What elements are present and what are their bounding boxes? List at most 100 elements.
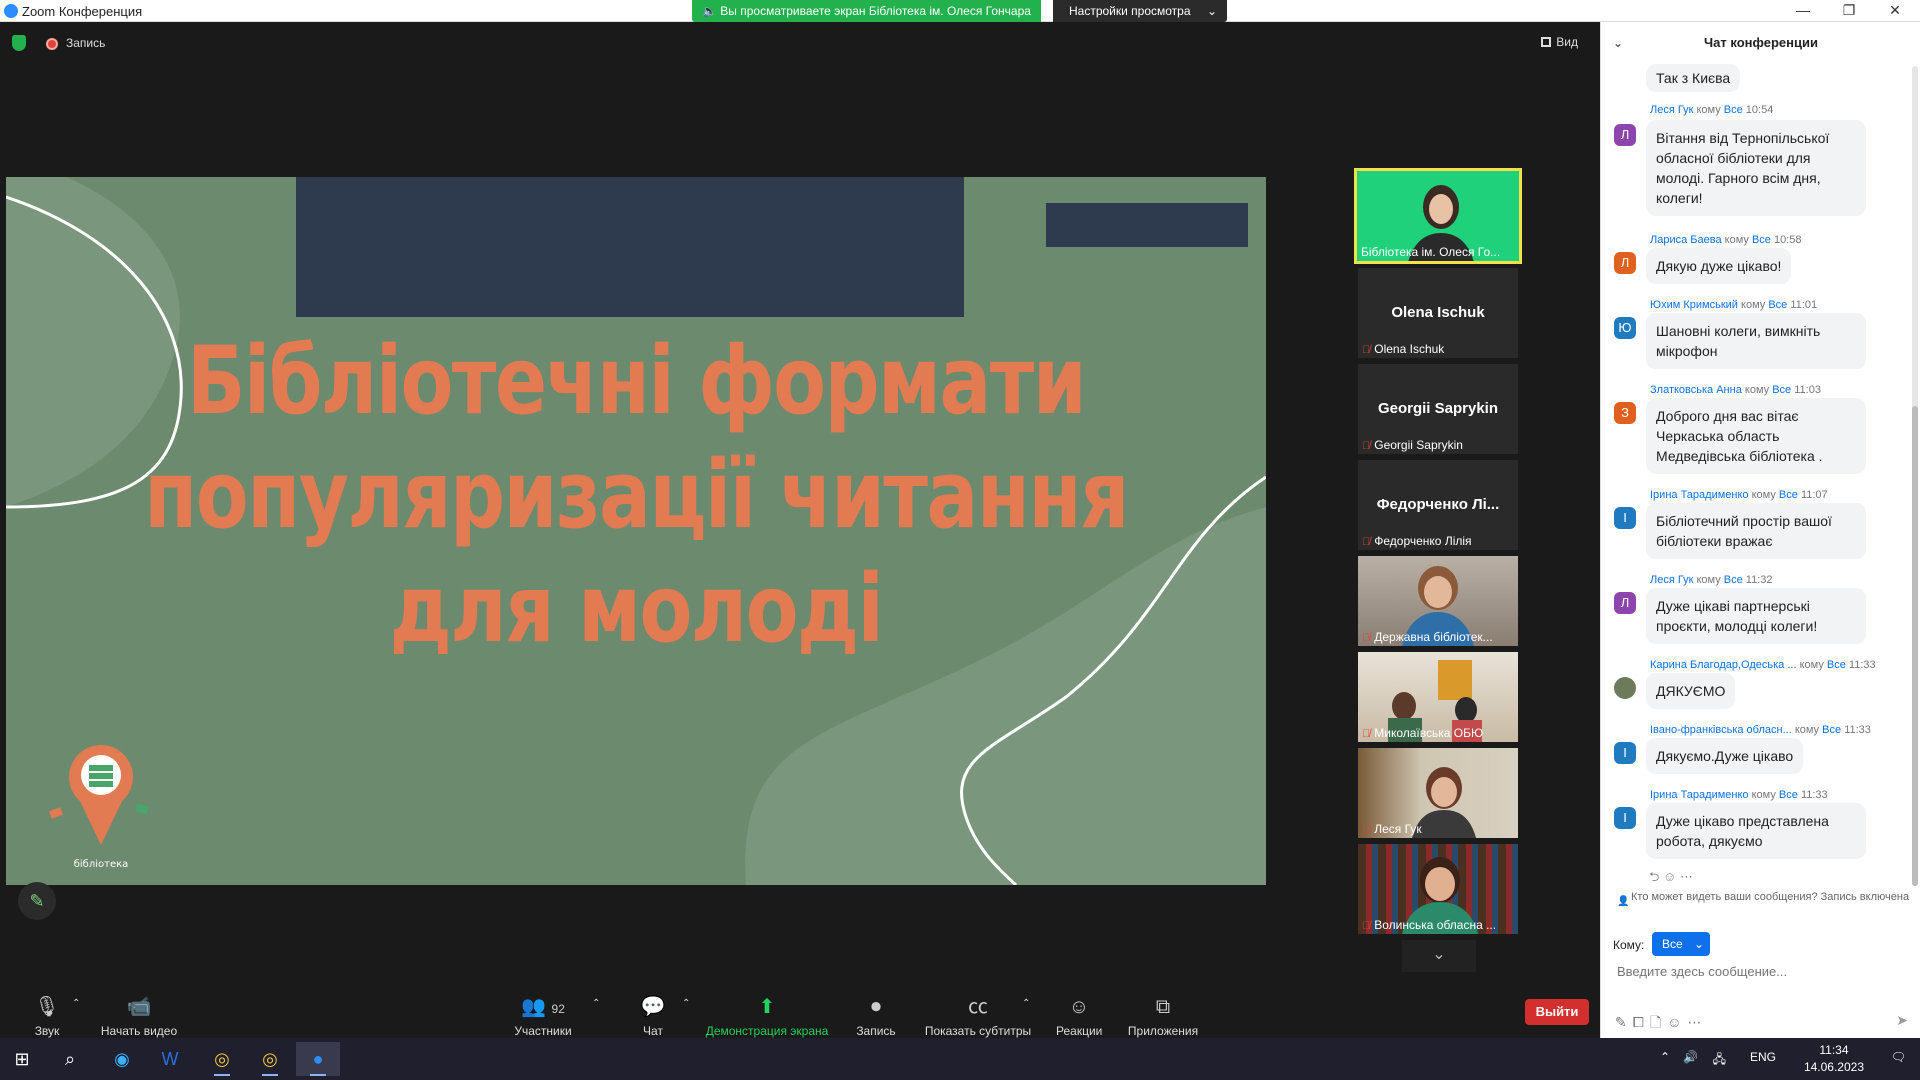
chevron-down-icon: ⌄ — [1432, 946, 1446, 963]
more-icon[interactable]: ⋯ — [1688, 1014, 1708, 1030]
share-screen-button[interactable]: ⬆ Демонстрация экрана — [705, 994, 829, 1038]
record-button[interactable]: ⏺ Запись — [852, 994, 900, 1038]
start-video-button[interactable]: 📹 Начать видео — [98, 994, 180, 1038]
avatar: Л — [1614, 592, 1636, 614]
screenshot-icon[interactable]: ⧠ — [1633, 1014, 1650, 1030]
annotate-pen-button[interactable]: ✎ — [18, 882, 56, 920]
volume-icon[interactable]: 🔊 — [1683, 1050, 1698, 1064]
taskbar-chrome-2[interactable]: ◎ — [248, 1042, 292, 1076]
chrome-icon: ◎ — [262, 1049, 278, 1069]
chat-message-meta: Леся Гук кому Все 10:54 — [1650, 104, 1774, 116]
format-icon[interactable]: ✎ — [1615, 1014, 1633, 1030]
chat-scrollbar-thumb[interactable] — [1912, 406, 1918, 886]
send-icon[interactable]: ➤ — [1896, 1012, 1908, 1029]
participants-options-caret[interactable]: ⌃ — [592, 998, 600, 1009]
add-reaction-icon[interactable]: ☺ — [1663, 869, 1676, 884]
reactions-button[interactable]: ☺ Реакции — [1056, 994, 1102, 1038]
redacted-block-right — [1046, 203, 1248, 247]
chat-message-meta: Златковська Анна кому Все 11:03 — [1650, 384, 1821, 396]
emoji-icon[interactable]: ☺ — [1667, 1014, 1687, 1030]
video-tile[interactable]: 🎙̸ Миколаївська ОБЮ — [1358, 652, 1518, 742]
video-tile[interactable]: Georgii Saprykin 🎙̸ Georgii Saprykin — [1358, 364, 1518, 454]
leave-meeting-button[interactable]: Выйти — [1525, 999, 1589, 1025]
recipient-select[interactable]: Все ⌄ — [1652, 932, 1710, 956]
library-logo: бібліотека — [48, 745, 150, 870]
taskbar-word[interactable]: W — [148, 1042, 192, 1076]
taskbar-chrome[interactable]: ◎ — [200, 1042, 244, 1076]
avatar — [1614, 677, 1636, 699]
search-button[interactable]: ⌕ — [48, 1042, 92, 1076]
slide-title-line: популяризації читання — [144, 441, 1129, 550]
participants-count: 92 — [551, 1002, 565, 1016]
close-button[interactable]: ✕ — [1872, 0, 1918, 22]
language-indicator[interactable]: ENG — [1750, 1050, 1776, 1064]
chat-message-bubble: Бібліотечний простір вашої бібліотеки вр… — [1646, 503, 1866, 559]
avatar: І — [1614, 807, 1636, 829]
video-off-icon: 📹 — [126, 996, 152, 1018]
reply-icon[interactable]: ⮌ — [1649, 869, 1659, 884]
start-button[interactable]: ⊞ — [0, 1042, 44, 1076]
participants-button[interactable]: 👥 92 Участники — [512, 994, 574, 1038]
more-icon[interactable]: ⋯ — [1680, 869, 1693, 884]
participant-name: 🎙̸ Olena Ischuk — [1362, 342, 1445, 356]
chat-button[interactable]: 💬 Чат — [638, 994, 668, 1038]
restore-button[interactable]: ❐ — [1826, 0, 1872, 22]
participant-name: 🎙̸ Миколаївська ОБЮ — [1362, 726, 1484, 740]
taskbar-edge[interactable]: ◉ — [100, 1042, 144, 1076]
audio-options-caret[interactable]: ⌃ — [72, 998, 80, 1009]
windows-icon: ⊞ — [14, 1049, 30, 1069]
slide-title: Бібліотечні формати популяризації читанн… — [119, 325, 1152, 667]
chat-title: Чат конференции — [1704, 35, 1818, 50]
zoom-icon: ● — [312, 1049, 324, 1069]
network-icon[interactable]: 🖧 — [1713, 1050, 1726, 1071]
view-button[interactable]: Вид — [1541, 35, 1578, 49]
clock[interactable]: 11:34 14.06.2023 — [1804, 1042, 1864, 1076]
show-captions-button[interactable]: ㏄ Показать субтитры — [924, 994, 1032, 1038]
avatar: З — [1614, 402, 1636, 424]
chat-message-bubble: ДЯКУЄМО — [1646, 673, 1736, 709]
chat-message-bubble: Дякуємо.Дуже цікаво — [1646, 738, 1804, 774]
file-icon[interactable]: 🗋 — [1650, 1014, 1667, 1030]
participant-name: 🎙̸ Державна бібліотек... — [1362, 630, 1493, 644]
captions-icon: ㏄ — [968, 996, 988, 1018]
video-tile[interactable]: 🎙̸ Леся Гук — [1358, 748, 1518, 838]
chat-scrollbar[interactable] — [1912, 66, 1918, 886]
chat-message-input[interactable] — [1617, 964, 1907, 979]
chat-message-meta: Ірина Тарадименко кому Все 11:33 — [1650, 789, 1828, 801]
taskbar-zoom[interactable]: ● — [296, 1042, 340, 1076]
audio-button[interactable]: 🎙 Звук — [30, 994, 64, 1038]
show-hidden-icons[interactable]: ⌃ — [1660, 1050, 1670, 1064]
meeting-area: Запись Вид бібліотека Бібліотечні формат… — [0, 22, 1600, 1058]
video-tile[interactable]: Бібліотека ім. Олеся Го... — [1354, 168, 1522, 264]
video-tile[interactable]: Федорченко Лі... 🎙̸ Федорченко Лілія — [1358, 460, 1518, 550]
chat-message-bubble: Вітання від Тернопільської обласної бібл… — [1646, 120, 1866, 216]
chat-message-bubble: Шановні колеги, вимкніть мікрофон — [1646, 313, 1866, 369]
minimize-button[interactable]: — — [1780, 0, 1826, 22]
video-tile[interactable]: Olena Ischuk 🎙̸ Olena Ischuk — [1358, 268, 1518, 358]
avatar: Л — [1614, 124, 1636, 146]
security-shield-icon[interactable] — [12, 35, 26, 51]
captions-options-caret[interactable]: ⌃ — [1022, 998, 1030, 1009]
gallery-scroll-down-button[interactable]: ⌄ — [1402, 940, 1476, 972]
apps-button[interactable]: ⧉ Приложения — [1126, 994, 1200, 1038]
view-options-button[interactable]: Настройки просмотра ⌄ — [1053, 0, 1227, 22]
video-tile[interactable]: 🎙̸ Волинська обласна ... — [1358, 844, 1518, 934]
word-icon: W — [161, 1049, 179, 1069]
notifications-icon[interactable]: 🗨 — [1891, 1050, 1906, 1064]
participant-name: Бібліотека ім. Олеся Го... — [1361, 245, 1501, 259]
participants-icon: 👥 92 — [521, 996, 565, 1018]
reactions-icon: ☺ — [1068, 996, 1090, 1018]
who-can-see-notice[interactable]: 👤 Кто может видеть ваши сообщения? Запись… — [1617, 891, 1911, 907]
collapse-chat-icon[interactable]: ⌄ — [1613, 22, 1623, 64]
muted-mic-icon: 🎙̸ — [1362, 920, 1371, 932]
chat-message-bubble: Дуже цікаві партнерські проєкти, молодці… — [1646, 588, 1866, 644]
chat-message-meta: Карина Благодар,Одеська ... кому Все 11:… — [1650, 659, 1876, 671]
video-tile[interactable]: 🎙̸ Державна бібліотек... — [1358, 556, 1518, 646]
grid-icon — [1541, 37, 1552, 47]
chat-messages: Так з Києва Леся Гук кому Все 10:54 Л Ві… — [1601, 64, 1920, 884]
recording-label: Запись — [66, 36, 106, 50]
chat-message-meta: Лариса Баева кому Все 10:58 — [1650, 234, 1802, 246]
chat-options-caret[interactable]: ⌃ — [682, 998, 690, 1009]
redacted-block-top — [296, 177, 964, 317]
chat-message-meta: Ірина Тарадименко кому Все 11:07 — [1650, 489, 1828, 501]
